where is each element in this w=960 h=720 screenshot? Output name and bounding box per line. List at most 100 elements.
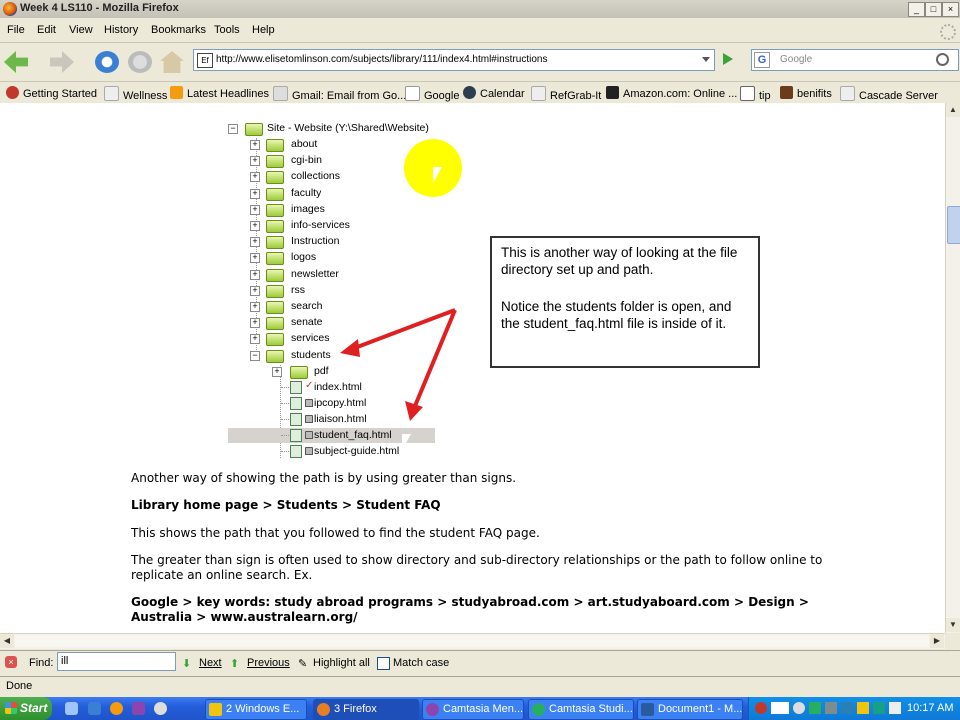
tree-folder-faculty[interactable]: faculty: [291, 187, 321, 199]
bookmark-getting-started[interactable]: Getting Started: [6, 86, 97, 100]
task-camtasia-menu[interactable]: Camtasia Men...: [422, 699, 524, 720]
tree-folder-collections[interactable]: collections: [291, 170, 340, 182]
bookmark-wellness[interactable]: Wellness: [104, 86, 167, 102]
go-button[interactable]: [718, 49, 740, 69]
search-box[interactable]: G Google: [751, 49, 959, 71]
find-next-icon[interactable]: ⬇: [182, 657, 191, 670]
bookmark-google[interactable]: Google: [405, 86, 459, 102]
folder-expand-toggle[interactable]: +: [250, 188, 260, 199]
menu-view[interactable]: View: [69, 24, 93, 36]
folder-expand-toggle[interactable]: +: [250, 269, 260, 280]
tree-folder-about[interactable]: about: [291, 138, 317, 150]
folder-expand-toggle[interactable]: +: [250, 285, 260, 296]
folder-expand-toggle[interactable]: +: [250, 334, 260, 345]
folder-expand-toggle[interactable]: +: [250, 204, 260, 215]
find-close-icon[interactable]: ×: [5, 656, 17, 668]
url-dropdown-icon[interactable]: [702, 57, 710, 62]
home-icon[interactable]: [160, 51, 184, 73]
ups-icon: [740, 86, 755, 101]
tree-folder-instruction[interactable]: Instruction: [291, 235, 339, 247]
tree-folder-logos[interactable]: logos: [291, 251, 316, 263]
vertical-scroll-thumb[interactable]: [947, 206, 960, 244]
scroll-down-icon[interactable]: ▼: [946, 618, 960, 632]
tray-icon-5[interactable]: [825, 702, 837, 714]
horizontal-scroll-track[interactable]: [15, 635, 929, 647]
quicklaunch-firefox-icon[interactable]: [110, 702, 123, 715]
bookmark-cascade-server[interactable]: Cascade Server: [840, 86, 938, 102]
match-case-checkbox[interactable]: [377, 657, 390, 670]
task-document1[interactable]: Document1 - M...: [637, 699, 743, 720]
scroll-up-icon[interactable]: ▲: [946, 103, 960, 117]
highlight-all-button[interactable]: Highlight all: [313, 657, 370, 669]
back-icon[interactable]: [4, 51, 28, 73]
tray-icon-8[interactable]: [873, 702, 885, 714]
vertical-scrollbar[interactable]: ▲ ▼: [945, 103, 960, 633]
stop-icon[interactable]: [128, 51, 152, 73]
bookmark-tip[interactable]: tip: [740, 86, 771, 102]
tree-folder-students[interactable]: students: [291, 349, 331, 361]
tree-folder-newsletter[interactable]: newsletter: [291, 268, 339, 280]
bookmark-benifits[interactable]: benifits: [780, 86, 832, 100]
bookmark-latest-headlines[interactable]: Latest Headlines: [170, 86, 269, 100]
menu-help[interactable]: Help: [252, 24, 275, 36]
windows-logo-icon: [5, 702, 17, 714]
tray-volume-icon[interactable]: [889, 702, 901, 714]
bookmark-calendar[interactable]: Calendar: [463, 86, 525, 100]
find-input[interactable]: ill: [57, 652, 176, 671]
horizontal-scrollbar[interactable]: ◀ ▶: [0, 633, 945, 649]
scroll-left-icon[interactable]: ◀: [0, 634, 14, 648]
tray-icon-4[interactable]: [809, 702, 821, 714]
url-text: http://www.elisetomlinson.com/subjects/l…: [216, 54, 548, 65]
url-bar[interactable]: Ef http://www.elisetomlinson.com/subject…: [193, 49, 715, 71]
folder-expand-toggle[interactable]: +: [250, 156, 260, 167]
task-camtasia-studio[interactable]: Camtasia Studi...: [528, 699, 634, 720]
bookmark-gmail[interactable]: Gmail: Email from Go...: [273, 86, 406, 102]
folder-expand-toggle[interactable]: +: [250, 318, 260, 329]
folder-expand-toggle[interactable]: +: [250, 140, 260, 150]
folder-expand-toggle[interactable]: +: [250, 237, 260, 248]
find-previous-button[interactable]: Previous: [247, 657, 290, 669]
menu-file[interactable]: File: [7, 24, 25, 36]
menu-edit[interactable]: Edit: [37, 24, 56, 36]
bookmark-amazon[interactable]: Amazon.com: Online ...: [606, 86, 737, 100]
tree-folder-info-services[interactable]: info-services: [291, 219, 350, 231]
tray-icon-3[interactable]: [793, 702, 805, 714]
maximize-button[interactable]: □: [925, 2, 942, 17]
task-firefox[interactable]: 3 Firefox: [313, 699, 419, 720]
reload-icon[interactable]: [95, 51, 119, 73]
close-button[interactable]: ×: [942, 2, 959, 17]
tree-folder-senate[interactable]: senate: [291, 316, 323, 328]
find-previous-icon[interactable]: ⬆: [230, 657, 239, 670]
clock: 10:17 AM: [907, 702, 954, 714]
task-windows-explorer[interactable]: 2 Windows E...: [205, 699, 307, 720]
folder-expand-toggle[interactable]: +: [250, 172, 260, 183]
forward-icon[interactable]: [50, 51, 74, 73]
search-magnifier-icon[interactable]: [936, 53, 949, 66]
quicklaunch-media-icon[interactable]: [132, 702, 145, 715]
folder-expand-toggle[interactable]: +: [250, 302, 260, 312]
tray-icon-6[interactable]: [841, 702, 853, 714]
menu-history[interactable]: History: [104, 24, 138, 36]
quicklaunch-ie-icon[interactable]: [65, 702, 78, 715]
quicklaunch-desktop-icon[interactable]: [88, 702, 101, 715]
bookmark-refgrab[interactable]: RefGrab-It: [531, 86, 601, 102]
tray-ups-icon[interactable]: [771, 702, 789, 714]
quicklaunch-icon[interactable]: [154, 702, 167, 715]
tree-folder-services[interactable]: services: [291, 332, 330, 344]
menu-tools[interactable]: Tools: [214, 24, 240, 36]
tree-folder-cgi-bin[interactable]: cgi-bin: [291, 154, 322, 166]
folder-expand-toggle[interactable]: +: [250, 221, 260, 231]
google-engine-icon[interactable]: G: [754, 52, 770, 68]
find-next-button[interactable]: Next: [199, 657, 222, 669]
tray-icon-7[interactable]: [857, 702, 869, 714]
tree-folder-rss[interactable]: rss: [291, 284, 305, 296]
tree-folder-search[interactable]: search: [291, 300, 323, 312]
scroll-right-icon[interactable]: ▶: [930, 634, 944, 648]
tray-icon-1[interactable]: [755, 702, 767, 714]
start-button[interactable]: Start: [0, 697, 52, 720]
students-collapse-toggle[interactable]: −: [250, 350, 260, 361]
folder-expand-toggle[interactable]: +: [250, 253, 260, 264]
minimize-button[interactable]: _: [908, 2, 925, 17]
tree-folder-images[interactable]: images: [291, 203, 325, 215]
menu-bookmarks[interactable]: Bookmarks: [151, 24, 206, 36]
